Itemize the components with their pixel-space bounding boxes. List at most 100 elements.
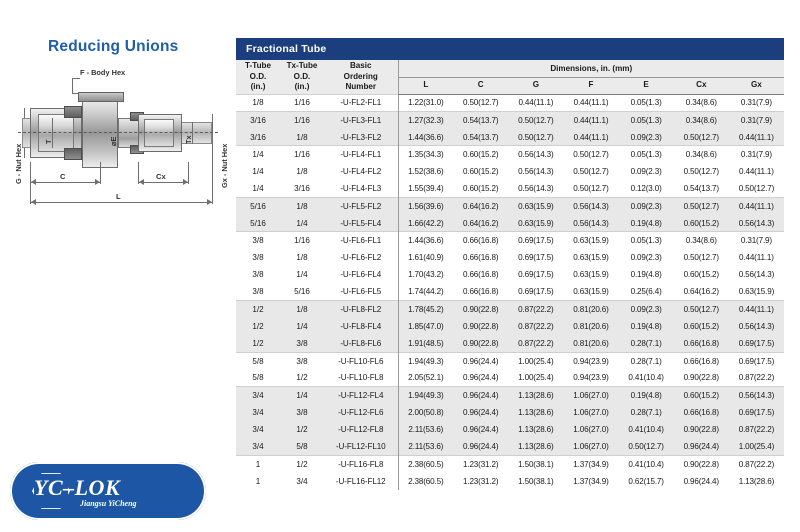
dim-arrow-cx-left: [139, 179, 144, 185]
nut-right-inner-graphic: [144, 119, 174, 147]
cell-dim-Gx: 0.69(17.5): [728, 403, 784, 421]
cell-tx-tube-od: 1/2: [280, 454, 324, 473]
cell-dim-Gx: 0.69(17.5): [728, 335, 784, 353]
cell-t-tube-od: 5/8: [236, 351, 280, 370]
cell-dim-F: 0.50(12.7): [563, 145, 619, 164]
cell-dim-Cx: 0.50(12.7): [673, 300, 729, 318]
cell-dim-G: 0.56(14.3): [508, 163, 564, 181]
cell-dim-F: 1.37(34.9): [563, 454, 619, 473]
cell-ordering-number: -U-FL3-FL1: [324, 111, 398, 129]
callout-body-hex-label: F - Body Hex: [80, 68, 126, 77]
cell-t-tube-od: 1/4: [236, 180, 280, 198]
cell-t-tube-od: 1: [236, 454, 280, 473]
cell-tx-tube-od: 3/8: [280, 351, 324, 370]
header-row-group: T-Tube O.D. (in.) Tx-Tube O.D. (in.) Bas…: [236, 60, 784, 95]
cell-dim-Cx: 0.50(12.7): [673, 196, 729, 215]
cell-dim-E: 0.28(7.1): [618, 335, 674, 353]
cell-tx-tube-od: 1/4: [280, 386, 324, 404]
cell-dim-C: 0.96(24.4): [453, 369, 509, 387]
cell-dim-Cx: 0.90(22.8): [673, 420, 729, 439]
cell-dim-E: 0.09(2.3): [618, 249, 674, 267]
header-tx-tube-line2: O.D.: [293, 71, 311, 81]
cell-tx-tube-od: 1/8: [280, 300, 324, 318]
table-row: 3/16 1/8 -U-FL3-FL2 1.44(36.6) 0.54(13.7) 0.5…: [236, 128, 784, 146]
cell-dim-L: 1.74(44.2): [397, 283, 454, 301]
cell-t-tube-od: 3/8: [236, 231, 280, 250]
cell-t-tube-od: 1: [236, 472, 280, 490]
cell-t-tube-od: 1/4: [236, 145, 280, 164]
cell-dim-F: 0.44(11.1): [563, 93, 619, 112]
cell-dim-Cx: 0.34(8.6): [673, 145, 729, 164]
cell-dim-C: 0.54(13.7): [453, 111, 509, 129]
cell-dim-Cx: 0.50(12.7): [673, 249, 729, 267]
cell-dim-G: 1.00(25.4): [508, 351, 564, 370]
cell-dim-F: 0.81(20.6): [563, 300, 619, 318]
body-hex-graphic: [78, 92, 124, 102]
header-dim-F: F: [563, 77, 619, 95]
cell-dim-E: 0.19(4.8): [618, 386, 674, 404]
cell-dim-Gx: 0.44(11.1): [728, 300, 784, 318]
cell-dim-E: 0.25(6.4): [618, 283, 674, 301]
cell-dim-L: 1.85(47.0): [397, 317, 454, 335]
cell-dim-L: 1.55(39.4): [397, 180, 454, 198]
company-logo: YC–LOK Jiangsu YiCheng: [10, 462, 210, 524]
cell-dim-E: 0.41(10.4): [618, 454, 674, 473]
cell-ordering-number: -U-FL4-FL2: [324, 163, 398, 181]
cell-dim-Gx: 0.44(11.1): [728, 163, 784, 181]
cell-t-tube-od: 3/8: [236, 266, 280, 284]
callout-nut-hex-right-label: Gx - Nut Hex: [220, 143, 229, 188]
table-row: 1 1/2 -U-FL16-FL8 2.38(60.5) 1.23(31.2) 1.50(…: [236, 454, 784, 473]
cell-dim-L: 1.27(32.3): [397, 111, 454, 129]
centerline-axis: [18, 132, 218, 133]
cell-ordering-number: -U-FL6-FL1: [324, 231, 398, 250]
cell-tx-tube-od: 1/8: [280, 128, 324, 146]
table-row: 3/4 3/8 -U-FL12-FL6 2.00(50.8) 0.96(24.4) 1.1…: [236, 403, 784, 421]
cell-dim-Cx: 0.96(24.4): [673, 438, 729, 456]
table-row: 1/2 1/4 -U-FL8-FL4 1.85(47.0) 0.90(22.8) 0.87…: [236, 317, 784, 335]
header-basic-ordering-number: Basic Ordering Number: [324, 60, 398, 95]
cell-dim-F: 0.50(12.7): [563, 163, 619, 181]
cell-dim-G: 1.00(25.4): [508, 369, 564, 387]
callout-bore-label: ⌀E: [109, 136, 118, 146]
cell-tx-tube-od: 3/8: [280, 335, 324, 353]
cell-dim-G: 0.56(14.3): [508, 145, 564, 164]
page-root: Reducing Unions F - Body Hex G - Nut Hex…: [0, 0, 800, 532]
cell-dim-Cx: 0.60(15.2): [673, 266, 729, 284]
cell-tx-tube-od: 1/2: [280, 369, 324, 387]
cell-ordering-number: -U-FL5-FL2: [324, 196, 398, 215]
cell-dim-C: 1.23(31.2): [453, 454, 509, 473]
cell-dim-E: 0.41(10.4): [618, 369, 674, 387]
cell-dim-F: 1.37(34.9): [563, 472, 619, 490]
header-tx-tube-line1: Tx-Tube: [286, 61, 318, 71]
cell-dim-G: 1.13(28.6): [508, 438, 564, 456]
body-graphic: [82, 98, 118, 168]
cell-dim-L: 1.22(31.0): [397, 93, 454, 112]
cell-dim-G: 0.87(22.2): [508, 300, 564, 318]
cell-tx-tube-od: 1/4: [280, 214, 324, 232]
cell-dim-G: 0.69(17.5): [508, 249, 564, 267]
cell-tx-tube-od: 3/16: [280, 180, 324, 198]
cell-t-tube-od: 1/2: [236, 335, 280, 353]
cell-dim-Gx: 1.00(25.4): [728, 438, 784, 456]
callout-dim-c-label: C: [60, 172, 66, 181]
cell-dim-G: 1.13(28.6): [508, 386, 564, 404]
table-row: 1/4 1/16 -U-FL4-FL1 1.35(34.3) 0.60(15.2) 0.5…: [236, 145, 784, 164]
header-dimensions-group: Dimensions, in. (mm): [397, 60, 784, 78]
cell-dim-F: 0.44(11.1): [563, 111, 619, 129]
cell-dim-L: 1.78(45.2): [397, 300, 454, 318]
cell-dim-G: 1.50(38.1): [508, 454, 564, 473]
callout-leader-vertical: [72, 78, 73, 94]
cell-dim-Gx: 0.69(17.5): [728, 351, 784, 370]
cell-dim-C: 0.96(24.4): [453, 351, 509, 370]
cell-t-tube-od: 3/4: [236, 438, 280, 456]
cell-dim-C: 0.50(12.7): [453, 93, 509, 112]
cell-tx-tube-od: 1/16: [280, 231, 324, 250]
cell-dim-Gx: 0.87(22.2): [728, 369, 784, 387]
cell-tx-tube-od: 3/4: [280, 472, 324, 490]
cell-dim-C: 0.60(15.2): [453, 145, 509, 164]
header-t-tube-line2: O.D.: [249, 71, 267, 81]
cell-ordering-number: -U-FL8-FL4: [324, 317, 398, 335]
cell-dim-E: 0.19(4.8): [618, 266, 674, 284]
cell-dim-E: 0.09(2.3): [618, 196, 674, 215]
logo-brand-text: YC–LOK: [34, 475, 121, 500]
